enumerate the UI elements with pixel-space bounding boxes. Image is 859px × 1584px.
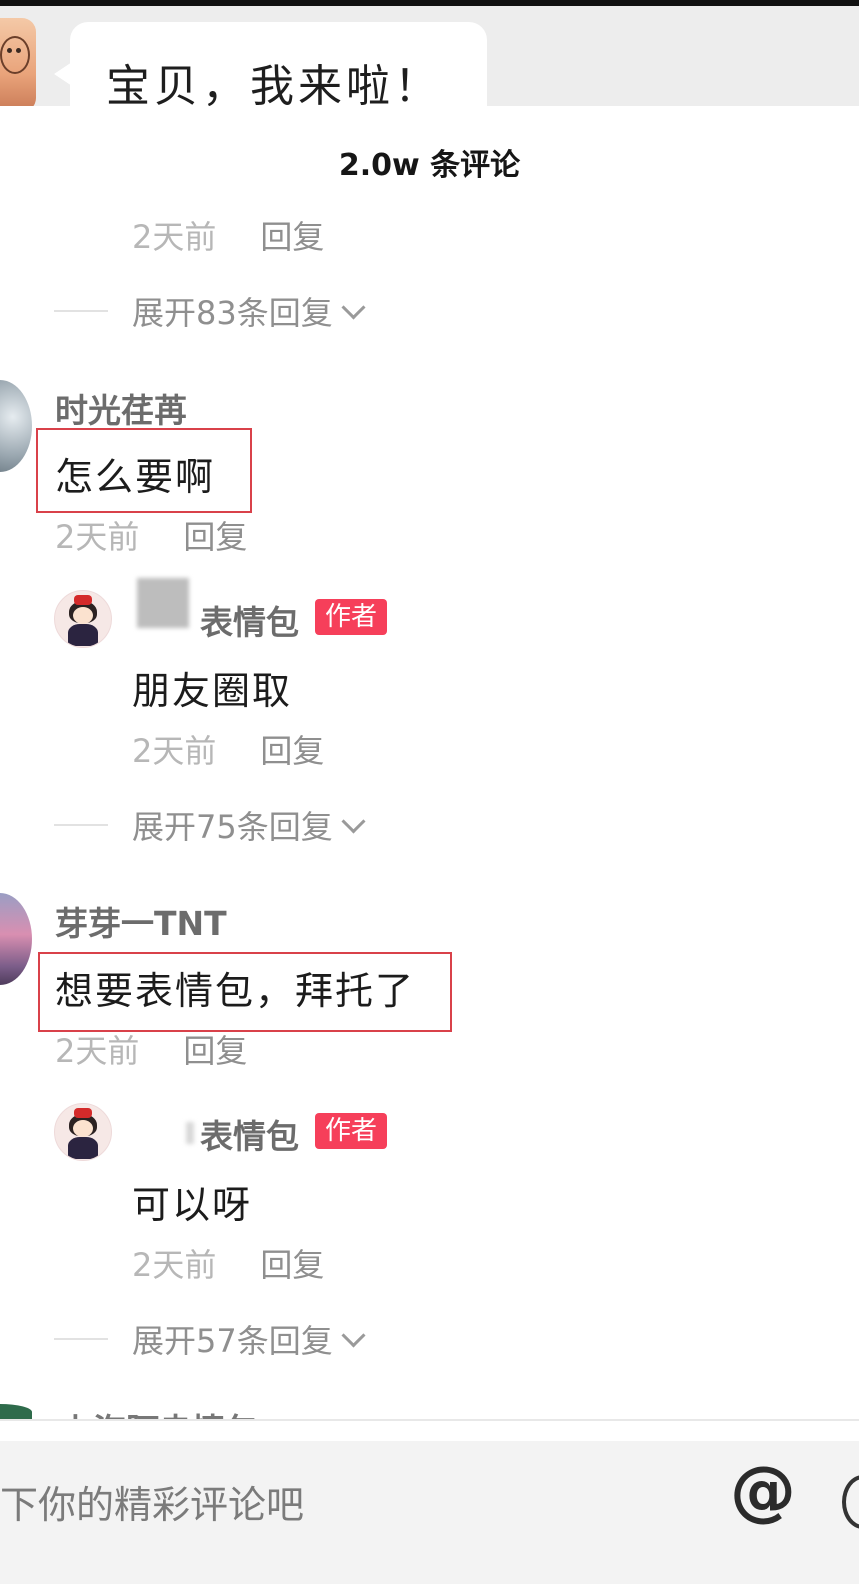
- expand-replies[interactable]: 展开75条回复: [54, 802, 366, 848]
- reply-button[interactable]: 回复: [260, 218, 324, 256]
- author-username[interactable]: 表情包: [200, 596, 299, 644]
- comment-time: 2天前: [55, 1032, 140, 1070]
- avatar[interactable]: [0, 1404, 32, 1420]
- expand-replies[interactable]: 展开83条回复: [54, 288, 366, 334]
- chevron-down-icon: [341, 808, 366, 834]
- reply-button[interactable]: 回复: [260, 732, 324, 770]
- reply-time: 2天前: [132, 1246, 217, 1284]
- author-avatar[interactable]: [54, 590, 112, 648]
- blurred-username: [137, 578, 189, 628]
- expand-replies-label: 展开57条回复: [132, 1322, 333, 1360]
- author-avatar[interactable]: [54, 1103, 112, 1161]
- speech-bubble-text: 宝贝，我来啦！: [106, 61, 442, 106]
- reply-text[interactable]: 朋友圈取: [132, 660, 292, 715]
- reply-button[interactable]: 回复: [183, 1032, 247, 1070]
- avatar[interactable]: [0, 893, 32, 985]
- comment-count-title: 2.0w 条评论: [338, 148, 521, 183]
- reply-button[interactable]: 回复: [260, 1246, 324, 1284]
- reply-time: 2天前: [132, 732, 217, 770]
- expand-replies[interactable]: 展开57条回复: [54, 1316, 366, 1362]
- video-preview[interactable]: 宝贝，我来啦！: [0, 6, 859, 106]
- author-username[interactable]: 表情包: [200, 1110, 299, 1158]
- author-badge: 作者: [315, 599, 388, 635]
- expand-replies-label: 展开83条回复: [132, 294, 333, 332]
- expand-replies-label: 展开75条回复: [132, 808, 333, 846]
- comment-username[interactable]: 芽芽一TNT: [55, 897, 227, 945]
- chevron-down-icon: [341, 294, 366, 320]
- highlight-box: [36, 428, 252, 513]
- reply-meta: 2天前 回复: [132, 726, 324, 772]
- video-sticker-avatar: [0, 18, 36, 106]
- comment-meta: 2天前 回复: [132, 212, 324, 258]
- blurred-username: [186, 1122, 194, 1144]
- divider: [0, 1419, 859, 1421]
- reply-text[interactable]: 可以呀: [132, 1174, 252, 1229]
- at-icon[interactable]: @: [730, 1458, 796, 1524]
- reply-meta: 2天前 回复: [132, 1240, 324, 1286]
- comment-input[interactable]: 下你的精彩评论吧: [0, 1474, 304, 1529]
- highlight-box: [38, 952, 452, 1032]
- avatar[interactable]: [0, 380, 32, 472]
- comment-time: 2天前: [132, 218, 217, 256]
- comment-time: 2天前: [55, 518, 140, 556]
- author-badge: 作者: [315, 1113, 388, 1149]
- speech-bubble: 宝贝，我来啦！: [70, 22, 487, 106]
- comment-username[interactable]: 时光荏苒: [55, 384, 187, 432]
- comment-meta: 2天前 回复: [55, 512, 247, 558]
- comment-meta: 2天前 回复: [55, 1026, 247, 1072]
- chevron-down-icon: [341, 1322, 366, 1348]
- reply-button[interactable]: 回复: [183, 518, 247, 556]
